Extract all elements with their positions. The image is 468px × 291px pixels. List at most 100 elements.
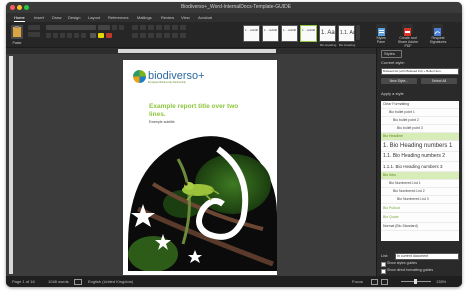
styles-pane: Styles Current style: Bulleted list (wit…: [376, 48, 462, 276]
document-title[interactable]: Example report title over two lines.: [149, 103, 239, 118]
align-center-button[interactable]: [140, 33, 146, 38]
style-gallery-item-2[interactable]: 1. ·.subtitl: [262, 25, 279, 42]
web-layout-icon[interactable]: [381, 279, 388, 285]
request-signatures-button[interactable]: [432, 24, 443, 36]
paste-button[interactable]: [11, 25, 23, 39]
numbering-button[interactable]: [140, 25, 146, 30]
style-list[interactable]: Clear Formatting Bio bullet point 1 Bio …: [381, 101, 459, 241]
style-item-quote[interactable]: Bio Quote: [381, 213, 459, 223]
style-item-bullet-2[interactable]: Bio bullet point 2: [381, 117, 459, 125]
ruler-track: [118, 49, 276, 53]
decrease-indent-button[interactable]: [156, 25, 162, 30]
tab-references[interactable]: References: [108, 14, 128, 21]
show-marks-button[interactable]: [180, 25, 186, 30]
window-title: Biodiverso+_Word-InternalDocs-Template-G…: [180, 4, 292, 10]
style-gallery-item-4[interactable]: 1. ·.subtitl: [300, 25, 317, 42]
style-gallery-item-1[interactable]: 1. ·.subtitl: [243, 25, 260, 42]
current-style-label: Current style:: [381, 60, 405, 65]
bullets-button[interactable]: [132, 25, 138, 30]
subscript-button[interactable]: [74, 33, 79, 38]
new-style-button[interactable]: New Style...: [381, 78, 417, 84]
minimize-window-button[interactable]: [17, 5, 22, 10]
style-item-headline[interactable]: Bio Headline: [381, 133, 459, 141]
multilevel-list-button[interactable]: [148, 25, 154, 30]
text-effects-button[interactable]: [90, 33, 96, 38]
shrink-font-button[interactable]: [119, 25, 124, 30]
style-gallery-item-5[interactable]: 1. Aa Bio Heading: [319, 25, 336, 47]
style-item-heading-3[interactable]: 1.1.1. Bio Heading numbers 3: [381, 162, 459, 172]
create-pdf-button[interactable]: [402, 24, 413, 36]
document-page[interactable]: biodiverso+ European Biodiversity Partne…: [123, 60, 277, 275]
styles-pane-button[interactable]: [376, 24, 387, 36]
tab-design[interactable]: Design: [68, 14, 80, 21]
style-item-clear-formatting[interactable]: Clear Formatting: [381, 101, 459, 109]
style-name: Bio Heading: [339, 43, 356, 47]
tab-insert[interactable]: Insert: [34, 14, 44, 21]
focus-button[interactable]: Focus: [352, 279, 363, 284]
style-item-normal[interactable]: Normal (Bio Standard): [381, 223, 459, 231]
font-name-select[interactable]: [46, 25, 96, 30]
zoom-window-button[interactable]: [24, 5, 29, 10]
style-item-bullet-1[interactable]: Bio bullet point 1: [381, 109, 459, 117]
document-canvas[interactable]: biodiverso+ European Biodiversity Partne…: [6, 54, 376, 276]
list-filter-select[interactable]: In current document: [395, 253, 459, 260]
show-styles-guides-label: Show styles guides: [387, 261, 417, 265]
zoom-slider-thumb[interactable]: [414, 279, 417, 284]
print-layout-icon[interactable]: [371, 279, 378, 285]
underline-button[interactable]: [60, 33, 65, 38]
bold-button[interactable]: [46, 33, 51, 38]
copy-button[interactable]: [28, 32, 40, 37]
vertical-ruler[interactable]: [9, 56, 13, 274]
tab-home[interactable]: Home: [14, 14, 25, 22]
line-spacing-button[interactable]: [164, 33, 170, 38]
tab-acrobat[interactable]: Acrobat: [198, 14, 212, 21]
document-subtitle[interactable]: Example subtitle: [149, 120, 175, 124]
style-preview: 1. Aa: [321, 30, 335, 36]
align-right-button[interactable]: [148, 33, 154, 38]
shading-button[interactable]: [172, 33, 178, 38]
style-item-heading-1[interactable]: 1. Bio Heading numbers 1: [381, 141, 459, 152]
style-item-bullet-3[interactable]: Bio bullet point 3: [381, 125, 459, 133]
style-gallery-item-6[interactable]: 1.1. Aa Bio Heading: [338, 25, 356, 47]
close-window-button[interactable]: [10, 5, 15, 10]
zoom-level[interactable]: 135%: [436, 279, 446, 284]
tab-draw[interactable]: Draw: [52, 14, 61, 21]
strikethrough-button[interactable]: [67, 33, 72, 38]
tab-review[interactable]: Review: [161, 14, 174, 21]
highlight-color-button[interactable]: [98, 33, 104, 38]
show-styles-guides-checkbox[interactable]: [381, 262, 386, 267]
sort-button[interactable]: [172, 25, 178, 30]
style-gallery-more-button[interactable]: [356, 25, 360, 40]
style-item-numbered-3[interactable]: Bio Numbered List 3: [381, 196, 459, 204]
page-count[interactable]: Page 1 of 16: [12, 279, 35, 284]
proofing-icon[interactable]: [74, 279, 82, 285]
justify-button[interactable]: [156, 33, 162, 38]
title-bar: Biodiverso+_Word-InternalDocs-Template-G…: [6, 2, 462, 13]
select-all-button[interactable]: Select All: [421, 78, 457, 84]
font-color-button[interactable]: [106, 33, 112, 38]
word-count[interactable]: 1048 words: [48, 279, 69, 284]
tab-mailings[interactable]: Mailings: [137, 14, 152, 21]
borders-button[interactable]: [180, 33, 186, 38]
style-item-pullout[interactable]: Bio Pullout: [381, 204, 459, 213]
style-item-numbered-1[interactable]: Bio Numbered List 1: [381, 180, 459, 188]
cut-button[interactable]: [28, 25, 40, 30]
list-filter-value: In current document: [397, 254, 429, 258]
font-size-select[interactable]: [98, 25, 110, 30]
current-style-field[interactable]: Bulleted list (with Bulleted list) + Bul…: [381, 68, 459, 75]
tab-view[interactable]: View: [181, 14, 190, 21]
italic-button[interactable]: [53, 33, 58, 38]
increase-indent-button[interactable]: [164, 25, 170, 30]
style-item-intro[interactable]: Bio Intro: [381, 172, 459, 180]
align-left-button[interactable]: [132, 33, 138, 38]
grow-font-button[interactable]: [112, 25, 117, 30]
style-gallery-item-3[interactable]: 1. ·.subtitl: [281, 25, 298, 42]
superscript-button[interactable]: [81, 33, 86, 38]
word-window: Biodiverso+_Word-InternalDocs-Template-G…: [6, 2, 462, 287]
cover-frog-artwork[interactable]: [123, 134, 277, 275]
language-indicator[interactable]: English (United Kingdom): [88, 279, 133, 284]
tab-layout[interactable]: Layout: [88, 14, 100, 21]
style-item-numbered-2[interactable]: Bio Numbered List 2: [381, 188, 459, 196]
style-item-heading-2[interactable]: 1.1. Bio Heading numbers 2: [381, 152, 459, 162]
show-direct-formatting-checkbox[interactable]: [381, 269, 386, 274]
